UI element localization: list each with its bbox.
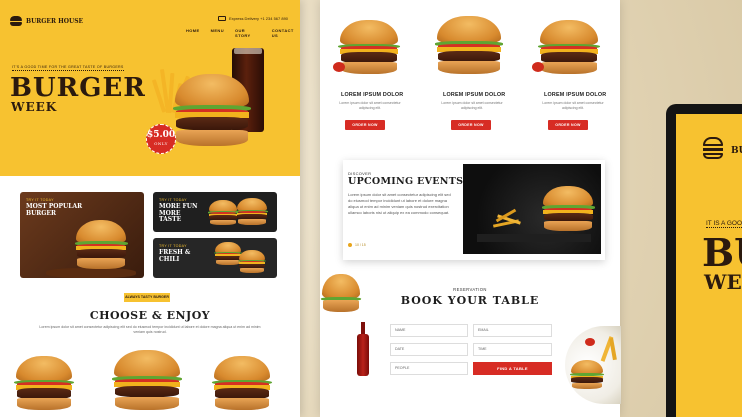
promo-card-popular[interactable]: TRY IT TODAY MOST POPULAR BURGER (20, 192, 144, 278)
hero-kicker: IT'S A GOOD TIME FOR THE GREAT TASTE OF … (12, 65, 124, 71)
burger-logo-icon (10, 16, 22, 26)
promo-kicker: TRY IT TODAY (26, 198, 54, 202)
product-burger-image[interactable] (338, 20, 400, 76)
burger-logo-icon (703, 137, 723, 159)
sauce-bottle-image (357, 322, 369, 376)
nav-menu[interactable]: MENU (211, 28, 224, 38)
events-text: Lorem ipsum dolor sit amet consectetur a… (348, 192, 451, 215)
promo-card-chili[interactable]: TRY IT TODAY FRESH & CHILI (153, 238, 277, 278)
events-pagination[interactable]: 10 / 15 (348, 243, 366, 247)
price-label: ONLY (154, 141, 168, 146)
order-now-button[interactable]: ORDER NOW (548, 120, 588, 130)
product-name: LOREM IPSUM DOLOR (341, 92, 404, 98)
promo-burger-image (238, 250, 266, 274)
fries-image (492, 208, 523, 228)
hero-burger-image (172, 74, 252, 148)
booking-kicker: RESERVATION (453, 287, 487, 292)
date-field[interactable]: DATE (390, 343, 468, 356)
product-desc: Lorem ipsum dolor sit amet consectetur a… (339, 101, 401, 110)
people-field[interactable]: PEOPLE (390, 362, 468, 375)
tablet-brand: BURG (731, 146, 742, 156)
promo-kicker: TRY IT TODAY (159, 244, 187, 248)
delivery-info: Express Delivery +1 234 567 890 (218, 16, 288, 21)
product-burger-image[interactable] (435, 16, 503, 76)
email-field[interactable]: EMAIL (473, 324, 552, 337)
price-value: $5.00 (147, 130, 176, 140)
promo-title: MORE FUN MORE TASTE (159, 203, 198, 224)
product-name: LOREM IPSUM DOLOR (544, 92, 607, 98)
name-field[interactable]: NAME (390, 324, 468, 337)
product-desc: Lorem ipsum dolor sit amet consectetur a… (441, 101, 503, 110)
tablet-kicker: IT IS A GOOD TIME (706, 220, 742, 228)
booking-title: BOOK YOUR TABLE (400, 294, 540, 307)
left-page-mockup: BURGER HOUSE Express Delivery +1 234 567… (0, 0, 300, 417)
main-nav: HOME MENU OUR STORY CONTACT US (186, 28, 300, 38)
order-now-button[interactable]: ORDER NOW (451, 120, 491, 130)
promo-burger-image (236, 198, 268, 226)
nav-contact-us[interactable]: CONTACT US (272, 28, 300, 38)
find-table-button[interactable]: FIND A TABLE (473, 362, 552, 375)
section-text: Lorem ipsum dolor sit amet consectetur a… (39, 325, 261, 335)
promo-burger-image (214, 242, 242, 266)
product-name: LOREM IPSUM DOLOR (443, 92, 506, 98)
nav-home[interactable]: HOME (186, 28, 200, 38)
product-burger-image[interactable] (538, 20, 600, 76)
bullet-icon (348, 243, 352, 247)
section-title: CHOOSE & ENJOY (89, 309, 211, 322)
promo-card-fun[interactable]: TRY IT TODAY MORE FUN MORE TASTE (153, 192, 277, 232)
hero-title: BURGER (10, 73, 146, 103)
menu-burger-image[interactable] (112, 350, 182, 412)
order-now-button[interactable]: ORDER NOW (345, 120, 385, 130)
nav-our-story[interactable]: OUR STORY (235, 28, 261, 38)
promo-title: MOST POPULAR BURGER (26, 203, 83, 217)
plate-burger-image (570, 360, 604, 390)
menu-burger-image[interactable] (212, 356, 272, 412)
delivery-text: Express Delivery +1 234 567 890 (229, 16, 289, 21)
events-burger-image (541, 186, 595, 232)
promo-title: FRESH & CHILI (159, 249, 191, 263)
promo-burger-image (208, 200, 238, 226)
events-title: UPCOMING EVENTS (348, 176, 464, 187)
events-image (463, 164, 601, 254)
hero-section: BURGER HOUSE Express Delivery +1 234 567… (0, 0, 300, 176)
time-field[interactable]: TIME (473, 343, 552, 356)
promo-burger-image (74, 220, 128, 270)
slate-board (477, 234, 591, 242)
hero-subtitle: WEEK (11, 100, 58, 114)
price-badge: $5.00 ONLY (146, 124, 176, 154)
delivery-truck-icon (218, 16, 226, 21)
product-desc: Lorem ipsum dolor sit amet consectetur a… (542, 101, 604, 110)
tomato-decoration (532, 62, 544, 72)
brand-logo[interactable]: BURGER HOUSE (10, 16, 83, 26)
brand-name: BURGER HOUSE (26, 17, 84, 25)
promo-kicker: TRY IT TODAY (159, 198, 187, 202)
section-pill: ALWAYS TASTY BURGER (124, 293, 170, 302)
menu-burger-image[interactable] (14, 356, 74, 412)
tablet-subtitle: WE (704, 270, 742, 294)
events-pagination-text: 10 / 15 (355, 243, 366, 247)
tomato-decoration (333, 62, 345, 72)
tablet-title: BU (702, 230, 742, 275)
